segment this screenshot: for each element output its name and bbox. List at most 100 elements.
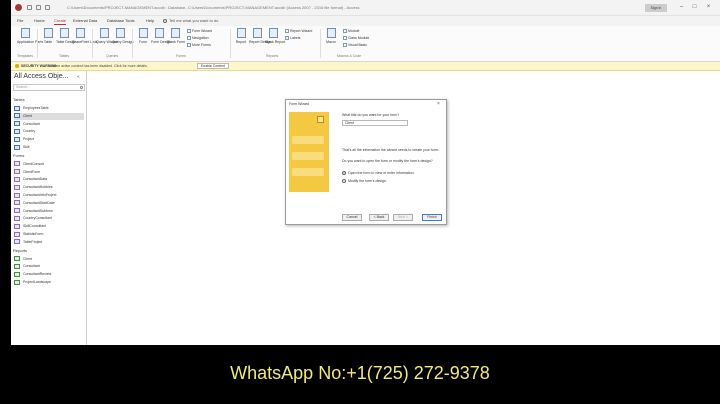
tell-me-box[interactable]: Tell me what you want to do — [163, 18, 218, 23]
report-wizard-icon — [285, 29, 289, 34]
form-wizard-icon — [187, 29, 191, 34]
modify-design-option[interactable]: Modify the form's design. — [342, 179, 387, 184]
nav-item-clientconsult[interactable]: ClientConsult — [14, 161, 44, 168]
cancel-button[interactable]: Cancel — [342, 214, 362, 221]
macro-button[interactable]: Macro — [323, 28, 339, 44]
illustration-band — [292, 152, 324, 160]
table-icon — [14, 144, 20, 150]
form-icon — [14, 161, 20, 167]
sharepoint-lists-button[interactable]: SharePoint Lists — [72, 28, 98, 44]
class-module-button[interactable]: Class Module — [343, 36, 369, 41]
back-button[interactable]: < Back — [369, 214, 389, 221]
close-icon[interactable]: × — [704, 3, 713, 12]
save-icon[interactable] — [27, 5, 32, 10]
nav-item-consultant[interactable]: Consultant — [14, 121, 40, 128]
form-title-input[interactable] — [342, 120, 408, 126]
application-parts-button[interactable]: Application Parts — [17, 28, 43, 44]
tab-create[interactable]: Create — [54, 18, 67, 25]
nav-section-reports[interactable]: Reports — [13, 248, 27, 253]
radio-selected-icon — [342, 171, 346, 176]
radio-unselected-icon — [342, 179, 346, 184]
nav-item-client[interactable]: Client — [14, 256, 32, 263]
query-design-button[interactable]: Query Design — [112, 28, 133, 44]
blank-report-button[interactable]: Blank Report — [265, 28, 285, 44]
next-button[interactable]: Next > — [393, 214, 413, 221]
report-button[interactable]: Report — [233, 28, 249, 44]
nav-item-consultantinfoproject[interactable]: ConsultantInfoProject — [14, 192, 56, 199]
dialog-close-icon[interactable]: × — [437, 101, 440, 107]
undo-icon[interactable] — [36, 5, 41, 10]
access-window: C:\Users\Documents\PROJECT-MANAGEMENT.ac… — [11, 0, 720, 345]
query-wizard-icon — [99, 28, 109, 38]
enable-content-button[interactable]: Enable Content — [197, 63, 229, 69]
tab-database-tools[interactable]: Database Tools — [107, 18, 135, 23]
nav-item-skill[interactable]: Skill — [14, 144, 29, 151]
labels-icon — [285, 36, 289, 41]
more-forms-button[interactable]: More Forms — [187, 43, 211, 48]
open-form-option[interactable]: Open the form to view or enter informati… — [342, 171, 415, 176]
nav-item-statisticform[interactable]: StatisticForm — [14, 231, 43, 238]
form-button[interactable]: Form — [135, 28, 151, 44]
nav-item-country[interactable]: Country — [14, 128, 35, 135]
tab-home[interactable]: Home — [34, 18, 45, 23]
form-wizard-button[interactable]: Form Wizard — [187, 29, 212, 34]
tab-help[interactable]: Help — [146, 18, 154, 23]
nav-section-forms[interactable]: Forms — [13, 153, 24, 158]
nav-item-consultantsubform[interactable]: ConsultantSubform — [14, 208, 53, 215]
nav-pane-title[interactable]: All Access Obje... — [14, 73, 68, 80]
ribbon-separator — [320, 29, 321, 58]
wizard-prompt-text: Do you want to open the form or modify t… — [342, 159, 433, 163]
nav-item-consultantdata[interactable]: ConsultantData — [14, 176, 47, 183]
finish-button[interactable]: Finish — [422, 214, 442, 221]
form-icon — [14, 239, 20, 245]
lightbulb-icon — [163, 18, 167, 23]
nav-item-employeestable[interactable]: EmployeesTable — [14, 105, 49, 112]
maximize-icon[interactable]: □ — [690, 3, 699, 12]
nav-item-countryconsultant[interactable]: CountryConsultant — [14, 215, 52, 222]
form-icon — [14, 208, 20, 214]
nav-item-consultanthobbies[interactable]: ConsultantHobbies — [14, 184, 53, 191]
navigation-button[interactable]: Navigation — [187, 36, 209, 41]
report-icon — [14, 271, 20, 277]
ribbon-separator — [37, 29, 38, 58]
form-design-button[interactable]: Form Design — [151, 28, 171, 44]
report-icon — [14, 256, 20, 262]
blank-form-button[interactable]: Blank Form — [167, 28, 185, 44]
wizard-info-text: That's all the information the wizard ne… — [342, 148, 439, 152]
collapse-pane-icon[interactable]: « — [77, 74, 80, 80]
form-icon — [14, 184, 20, 190]
form-icon — [14, 192, 20, 198]
table-icon — [14, 105, 20, 111]
nav-item-project[interactable]: Project — [14, 136, 34, 143]
redo-icon[interactable] — [45, 5, 50, 10]
table-design-button[interactable]: Table Design — [56, 28, 76, 44]
nav-item-skillconsultant[interactable]: SkillConsultant — [14, 223, 46, 230]
module-button[interactable]: Module — [343, 29, 359, 34]
ribbon-tabs: File Home Create External Data Database … — [11, 16, 720, 26]
security-message[interactable]: Some active content has been disabled. C… — [51, 64, 148, 68]
nav-item-tableproject[interactable]: TableProject — [14, 239, 42, 246]
form-icon — [14, 223, 20, 229]
nav-item-client[interactable]: Client — [14, 112, 84, 120]
minimize-icon[interactable]: – — [677, 3, 686, 12]
query-wizard-button[interactable]: Query Wizard — [96, 28, 117, 44]
window-title: C:\Users\Documents\PROJECT-MANAGEMENT.ac… — [67, 5, 360, 10]
nav-item-consultant[interactable]: Consultant — [14, 263, 40, 270]
form-design-icon — [154, 28, 164, 38]
nav-item-clientform[interactable]: ClientForm — [14, 169, 40, 176]
labels-button[interactable]: Labels — [285, 36, 300, 41]
account-button[interactable]: Sign in — [645, 4, 667, 12]
group-label-tables: Tables — [59, 54, 70, 58]
tab-file[interactable]: File — [17, 18, 23, 23]
report-design-button[interactable]: Report Design — [249, 28, 271, 44]
group-label-macros-code: Macros & Code — [337, 54, 362, 58]
nav-item-consultantreview[interactable]: ConsultantReview — [14, 271, 51, 278]
visual-basic-button[interactable]: Visual Basic — [343, 43, 367, 48]
nav-search-input[interactable]: Search... — [13, 84, 85, 91]
nav-item-projectlandscape[interactable]: ProjectLandscape — [14, 279, 51, 286]
report-wizard-button[interactable]: Report Wizard — [285, 29, 312, 34]
nav-item-consultantstartdate[interactable]: ConsultantStartDate — [14, 200, 55, 207]
table-button[interactable]: Table — [40, 28, 56, 44]
tab-external-data[interactable]: External Data — [73, 18, 97, 23]
nav-section-tables[interactable]: Tables — [13, 97, 25, 102]
